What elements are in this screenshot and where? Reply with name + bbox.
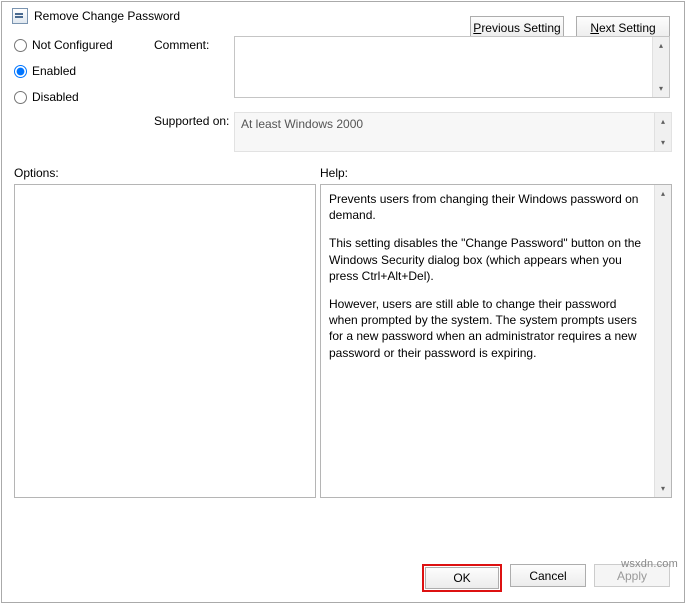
ok-button[interactable]: OK (425, 567, 499, 589)
help-p1: Prevents users from changing their Windo… (329, 191, 646, 223)
scroll-up-icon[interactable]: ▴ (655, 185, 671, 202)
supported-row: Supported on: At least Windows 2000 ▴ ▾ (2, 104, 684, 152)
watermark: wsxdn.com (621, 558, 678, 570)
radio-enabled-input[interactable] (14, 65, 27, 78)
dialog-title: Remove Change Password (34, 9, 180, 23)
scroll-down-icon[interactable]: ▾ (655, 134, 671, 151)
policy-dialog: Remove Change Password Previous Setting … (1, 1, 685, 603)
radio-disabled-input[interactable] (14, 91, 27, 104)
settings-grid: Not Configured Enabled Disabled Comment:… (2, 28, 684, 104)
radio-disabled[interactable]: Disabled (14, 90, 154, 104)
dialog-header: Remove Change Password Previous Setting … (2, 2, 684, 28)
supported-value: At least Windows 2000 (235, 113, 654, 151)
ok-highlight: OK (422, 564, 502, 592)
radio-not-configured-label: Not Configured (32, 38, 113, 52)
scroll-up-icon[interactable]: ▴ (653, 37, 669, 54)
comment-field-wrap: ▴ ▾ (234, 36, 672, 98)
options-pane (14, 184, 316, 498)
dialog-footer: OK Cancel Apply (2, 552, 684, 602)
comment-textarea[interactable] (235, 37, 652, 97)
help-label: Help: (320, 166, 672, 180)
radio-not-configured-input[interactable] (14, 39, 27, 52)
supported-scrollbar[interactable]: ▴ ▾ (654, 113, 671, 151)
pane-labels: Options: Help: (2, 152, 684, 184)
scroll-up-icon[interactable]: ▴ (655, 113, 671, 130)
title-area: Remove Change Password (12, 8, 180, 24)
supported-box: At least Windows 2000 ▴ ▾ (234, 112, 672, 152)
comment-textarea-wrap: ▴ ▾ (234, 36, 670, 98)
help-pane: Prevents users from changing their Windo… (320, 184, 672, 498)
help-p3: However, users are still able to change … (329, 296, 646, 361)
help-p2: This setting disables the "Change Passwo… (329, 235, 646, 284)
policy-icon (12, 8, 28, 24)
panes: Prevents users from changing their Windo… (2, 184, 684, 552)
radio-not-configured[interactable]: Not Configured (14, 38, 154, 52)
scroll-down-icon[interactable]: ▾ (655, 480, 671, 497)
cancel-button[interactable]: Cancel (510, 564, 586, 587)
help-body: Prevents users from changing their Windo… (321, 185, 654, 497)
options-body (15, 185, 315, 497)
scroll-down-icon[interactable]: ▾ (653, 80, 669, 97)
radio-enabled[interactable]: Enabled (14, 64, 154, 78)
options-label: Options: (14, 166, 320, 180)
state-radio-group: Not Configured Enabled Disabled (14, 36, 154, 104)
radio-disabled-label: Disabled (32, 90, 79, 104)
supported-label: Supported on: (154, 112, 234, 128)
radio-enabled-label: Enabled (32, 64, 76, 78)
comment-label: Comment: (154, 36, 234, 98)
comment-scrollbar[interactable]: ▴ ▾ (652, 37, 669, 97)
help-scrollbar[interactable]: ▴ ▾ (654, 185, 671, 497)
